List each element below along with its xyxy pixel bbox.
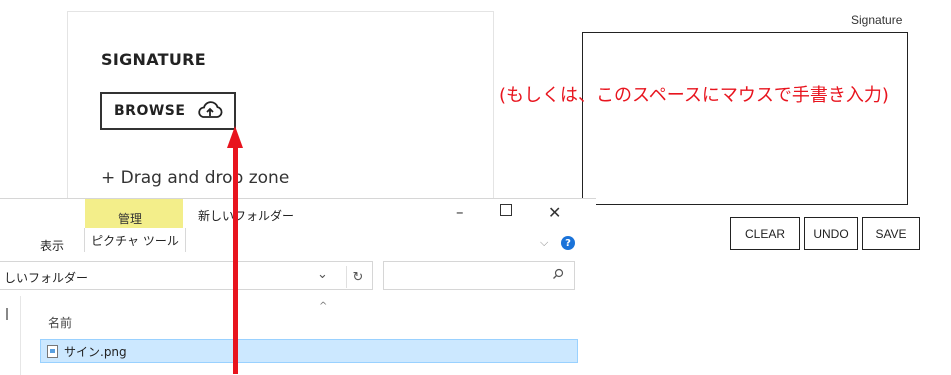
handwriting-annotation: (もしくは、このスペースにマウスで手書き入力) [499, 85, 889, 106]
window-title: 新しいフォルダー [198, 209, 295, 223]
signature-pad-canvas[interactable] [582, 32, 908, 205]
red-arrow-head [227, 126, 243, 148]
close-button[interactable]: ✕ [548, 203, 561, 222]
address-text: しいフォルダー [4, 271, 89, 285]
search-input[interactable] [383, 261, 575, 290]
save-button[interactable]: SAVE [862, 217, 920, 250]
tab-picture-tools[interactable]: ピクチャ ツール [84, 228, 186, 252]
browse-button-label: BROWSE [114, 103, 186, 119]
clear-button[interactable]: CLEAR [730, 217, 800, 250]
signature-pad-label: Signature [851, 13, 903, 27]
refresh-icon[interactable]: ↻ [346, 266, 369, 288]
column-header-name[interactable]: 名前 [48, 314, 72, 331]
chevron-down-icon[interactable]: ⌵ [540, 236, 548, 250]
help-icon[interactable]: ? [561, 236, 575, 250]
address-bar[interactable]: しいフォルダー ⌄ ↻ [0, 261, 373, 290]
navigation-pane [0, 296, 21, 375]
browse-button[interactable]: BROWSE [100, 92, 236, 130]
section-title: SIGNATURE [101, 50, 206, 69]
drag-and-drop-zone[interactable]: + Drag and drop zone [101, 168, 289, 188]
tab-view[interactable]: 表示 [40, 237, 64, 254]
sort-caret-icon: ^ [319, 301, 328, 312]
file-name: サイン.png [64, 344, 127, 359]
ribbon-context-label: 管理 [118, 212, 143, 226]
image-file-icon [47, 344, 58, 358]
minimize-button[interactable]: – [456, 203, 464, 221]
list-item[interactable]: サイン.png [40, 339, 578, 363]
undo-button[interactable]: UNDO [804, 217, 858, 250]
cloud-upload-icon [198, 101, 223, 118]
search-icon [553, 268, 564, 279]
maximize-button[interactable] [500, 204, 512, 216]
pin-icon [6, 308, 8, 320]
red-arrow-shaft [233, 146, 238, 374]
file-explorer-window: 管理 新しいフォルダー – ✕ 表示 ピクチャ ツール ⌵ ? しいフォルダー … [0, 198, 596, 375]
chevron-down-icon[interactable]: ⌄ [317, 267, 328, 282]
